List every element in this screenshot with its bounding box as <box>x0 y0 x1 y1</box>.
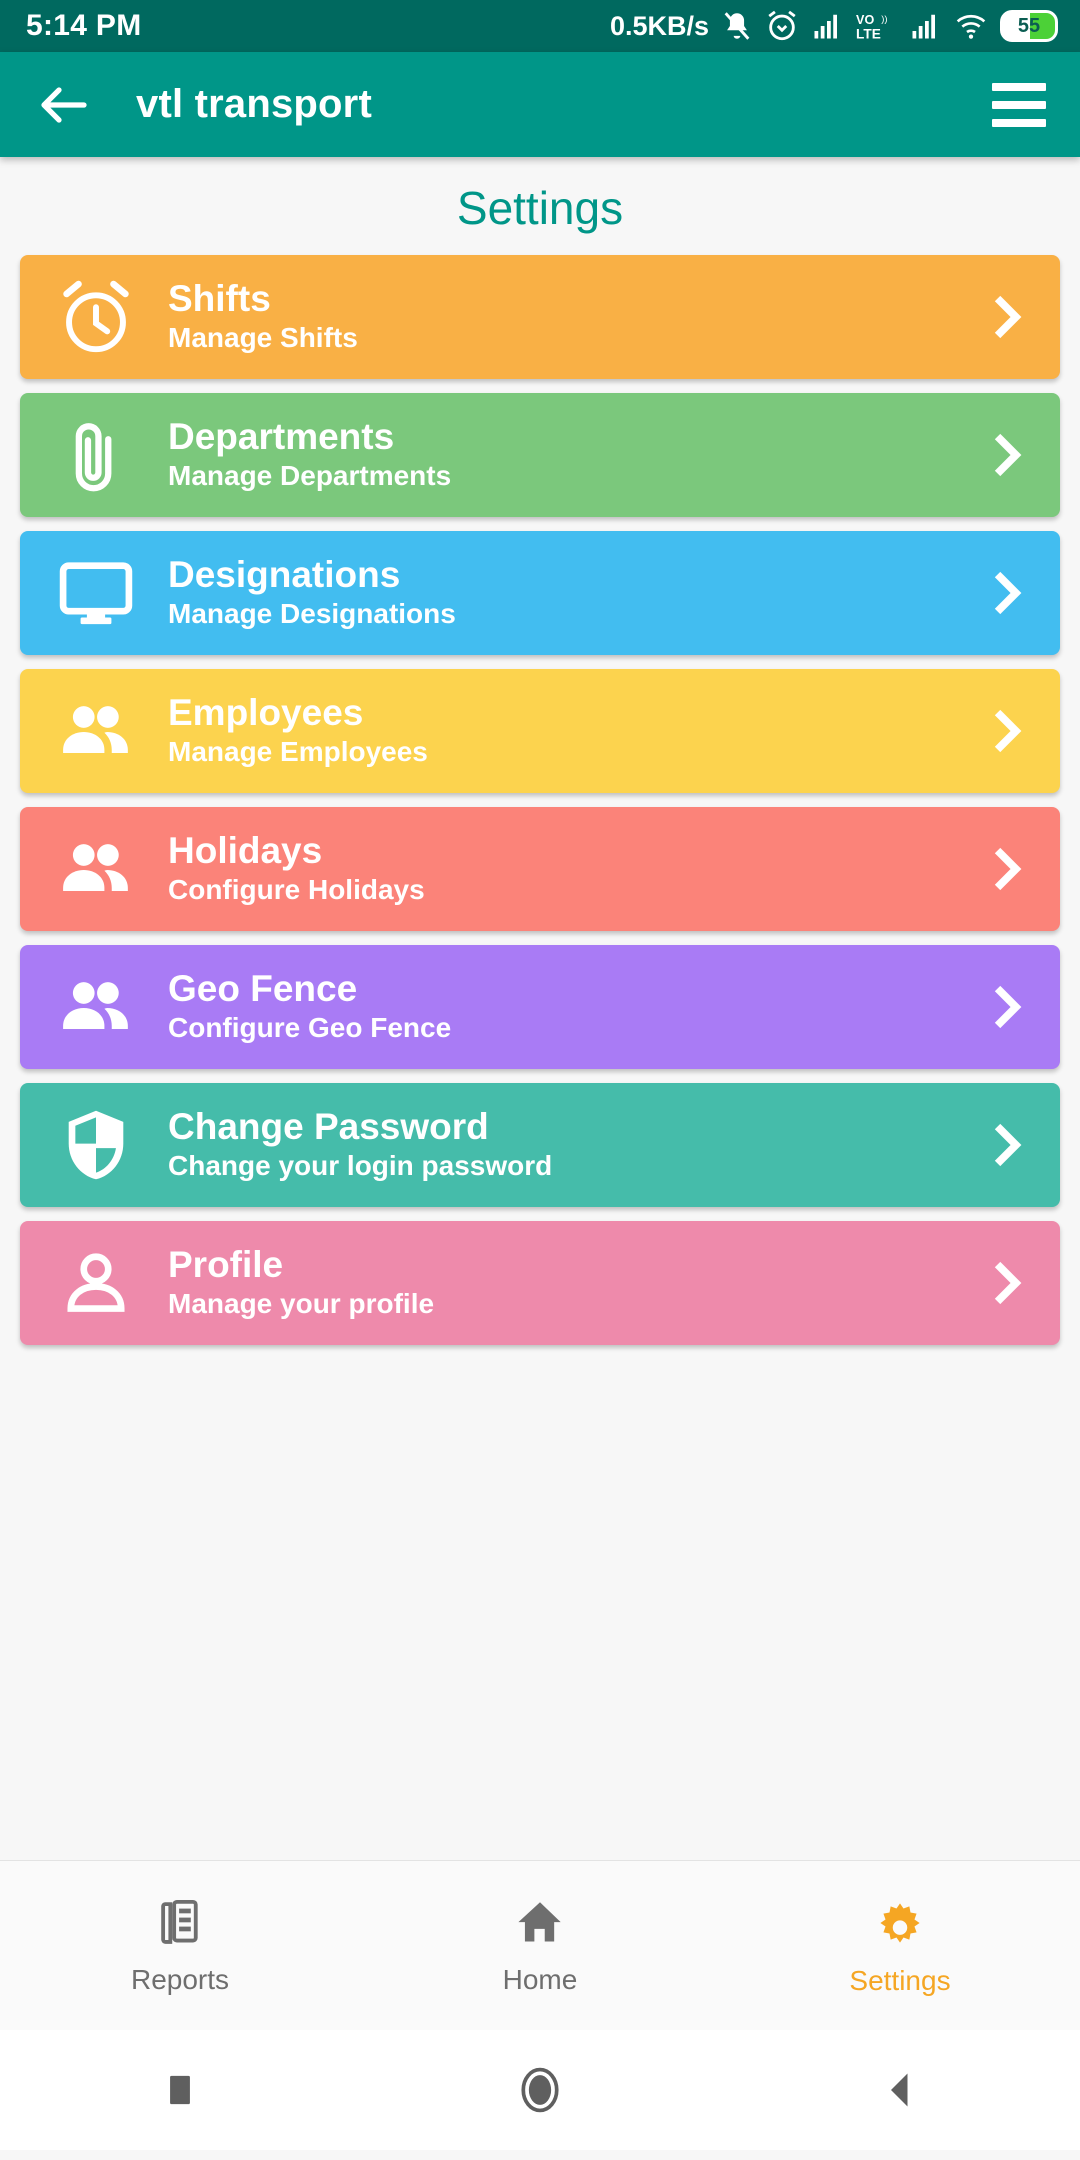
chevron-right-icon <box>994 1123 1022 1167</box>
signal-icon <box>912 14 935 39</box>
reports-icon <box>161 1899 198 1944</box>
nav-item-home[interactable]: Home <box>360 1896 720 1996</box>
back-triangle-icon[interactable] <box>720 2069 1080 2111</box>
wifi-icon <box>956 14 986 39</box>
chevron-right-icon <box>994 433 1022 477</box>
mute-icon <box>724 12 750 40</box>
chevron-right-icon <box>994 709 1022 753</box>
card-title: Departments <box>168 415 395 457</box>
home-icon <box>518 1901 561 1941</box>
recents-square-icon[interactable] <box>0 2070 360 2110</box>
card-subtitle: Manage your profile <box>168 1288 435 1320</box>
alarm-icon <box>768 10 796 41</box>
chevron-right-icon <box>994 847 1022 891</box>
app-bar: vtl transport <box>0 52 1080 157</box>
settings-content: Settings Shifts Manage Shifts Department… <box>0 157 1080 1860</box>
card-title: Change Password <box>168 1105 489 1147</box>
people-icon <box>54 827 146 911</box>
people-icon <box>54 689 146 773</box>
settings-card-designations[interactable]: Designations Manage Designations <box>20 531 1060 655</box>
card-title: Shifts <box>168 277 271 319</box>
network-speed: 0.5KB/s <box>609 10 709 41</box>
person-outline-icon <box>54 1241 146 1325</box>
system-navigation-bar <box>0 2030 1080 2150</box>
settings-card-holidays[interactable]: Holidays Configure Holidays <box>20 807 1060 931</box>
nav-item-settings[interactable]: Settings <box>720 1895 1080 1997</box>
settings-card-change-password[interactable]: Change Password Change your login passwo… <box>20 1083 1060 1207</box>
card-title: Geo Fence <box>168 967 358 1009</box>
back-arrow-icon[interactable] <box>34 75 94 135</box>
nav-label: Settings <box>849 1964 951 1996</box>
chevron-right-icon <box>994 571 1022 615</box>
card-title: Designations <box>168 553 401 595</box>
settings-card-profile[interactable]: Profile Manage your profile <box>20 1221 1060 1345</box>
svg-text:LTE: LTE <box>856 27 881 42</box>
status-icons: 0.5KB/s VO )) LTE 55 <box>610 9 1058 43</box>
chevron-right-icon <box>994 985 1022 1029</box>
nav-label: Home <box>502 1963 578 1995</box>
bottom-navigation: Reports Home Settings <box>0 1860 1080 2030</box>
gear-icon <box>880 1902 920 1943</box>
people-icon <box>54 965 146 1049</box>
home-circle-icon[interactable] <box>360 2064 720 2116</box>
menu-icon[interactable] <box>992 82 1046 127</box>
settings-card-departments[interactable]: Departments Manage Departments <box>20 393 1060 517</box>
alarm-clock-icon <box>54 275 146 359</box>
volte-icon: VO )) LTE <box>856 13 887 42</box>
monitor-icon <box>54 551 146 635</box>
settings-card-geo-fence[interactable]: Geo Fence Configure Geo Fence <box>20 945 1060 1069</box>
card-subtitle: Manage Designations <box>168 598 456 630</box>
card-title: Holidays <box>168 829 323 871</box>
card-title: Employees <box>168 691 364 733</box>
card-subtitle: Configure Holidays <box>168 874 425 906</box>
card-subtitle: Manage Departments <box>168 460 452 492</box>
battery-icon: 55 <box>1000 10 1058 42</box>
card-subtitle: Configure Geo Fence <box>168 1012 452 1044</box>
signal-icon <box>814 14 837 39</box>
status-bar: 5:14 PM 0.5KB/s VO )) LTE 55 <box>0 0 1080 52</box>
settings-card-employees[interactable]: Employees Manage Employees <box>20 669 1060 793</box>
svg-text:VO: VO <box>856 13 874 27</box>
status-time: 5:14 PM <box>26 9 142 42</box>
battery-percent: 55 <box>1017 14 1041 37</box>
card-subtitle: Manage Shifts <box>168 322 358 354</box>
chevron-right-icon <box>994 1261 1022 1305</box>
app-title: vtl transport <box>136 82 372 126</box>
chevron-right-icon <box>994 295 1022 339</box>
svg-text:)): )) <box>881 14 887 25</box>
nav-item-reports[interactable]: Reports <box>0 1896 360 1996</box>
nav-label: Reports <box>130 1963 230 1995</box>
paperclip-icon <box>54 413 146 497</box>
shield-icon <box>54 1103 146 1187</box>
page-title: Settings <box>456 182 624 234</box>
card-title: Profile <box>168 1243 284 1285</box>
settings-card-shifts[interactable]: Shifts Manage Shifts <box>20 255 1060 379</box>
card-subtitle: Manage Employees <box>168 736 428 768</box>
card-subtitle: Change your login password <box>168 1150 553 1182</box>
